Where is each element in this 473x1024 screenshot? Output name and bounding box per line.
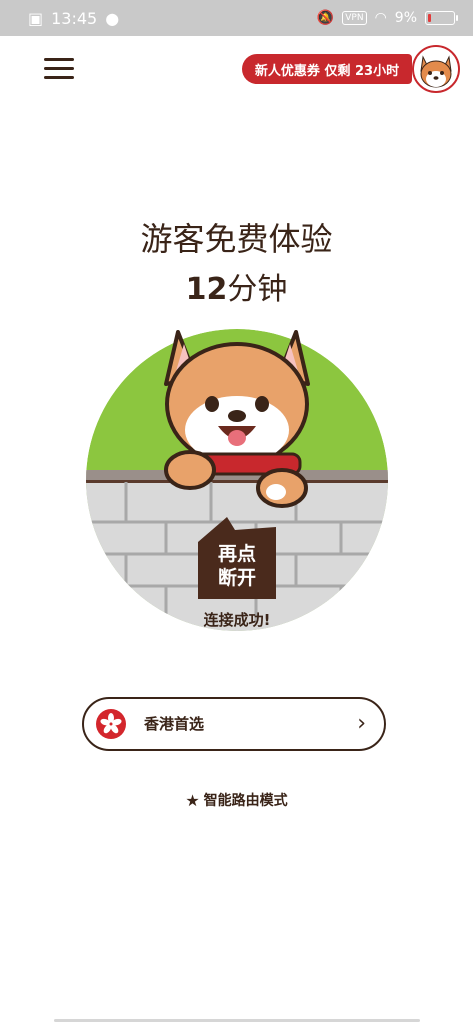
hong-kong-flag-icon	[96, 709, 126, 739]
trial-unit: 分钟	[227, 272, 288, 307]
routing-mode-button[interactable]: ★ 智能路由模式	[0, 790, 473, 810]
coupon-banner[interactable]: 新人优惠券 仅剩 23小时	[242, 54, 412, 84]
shiba-avatar-icon[interactable]	[412, 45, 460, 93]
menu-button[interactable]	[44, 58, 74, 80]
routing-mode-label: 智能路由模式	[203, 793, 288, 809]
trial-minutes: 12	[185, 272, 228, 307]
status-bar-right: 🔕 VPN ◠ 9%	[316, 0, 458, 36]
page-title: 游客免费体验	[140, 220, 333, 258]
mute-icon: 🔕	[316, 10, 335, 26]
status-bar-left: ▣ 13:45 ●	[28, 0, 119, 36]
disconnect-label: 再点 断开	[217, 543, 256, 589]
trial-duration: 12分钟	[0, 264, 473, 308]
star-icon: ★	[185, 790, 200, 810]
sim-icon: ▣	[28, 8, 44, 28]
chevron-right-icon: ›	[357, 711, 366, 736]
status-bar: ▣ 13:45 ● 🔕 VPN ◠ 9%	[0, 0, 473, 36]
home-indicator	[54, 1019, 420, 1022]
status-time: 13:45	[51, 8, 98, 28]
notification-icon: ●	[105, 8, 120, 28]
battery-percent: 9%	[394, 10, 417, 26]
vpn-indicator: VPN	[342, 11, 367, 25]
battery-icon	[425, 11, 458, 25]
server-selector[interactable]: 香港首选 ›	[82, 697, 386, 751]
server-name: 香港首选	[144, 715, 205, 733]
wifi-icon: ◠	[374, 10, 387, 26]
connect-toggle-button[interactable]: 再点 断开 连接成功!	[86, 322, 388, 632]
disconnect-badge: 再点 断开	[198, 517, 276, 599]
connection-status: 连接成功!	[203, 611, 271, 629]
